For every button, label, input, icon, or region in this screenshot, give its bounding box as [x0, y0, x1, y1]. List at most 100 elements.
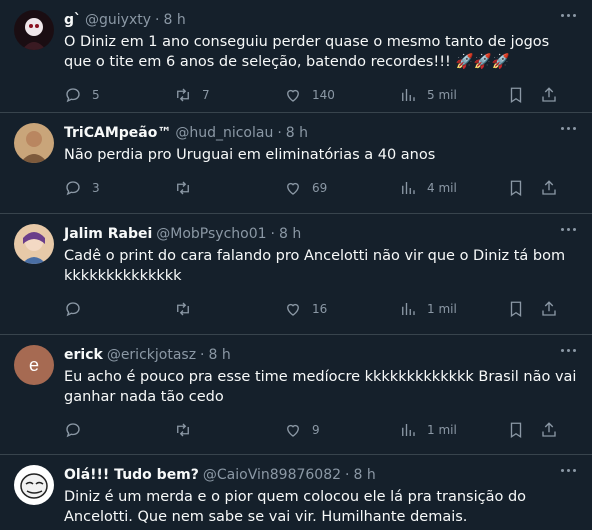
timestamp[interactable]: 8 h	[353, 467, 375, 483]
like-button[interactable]: 9	[284, 421, 399, 439]
tweet[interactable]: Olá!!! Tudo bem? @CaioVin89876082 · 8 h …	[0, 455, 592, 530]
tweet-header: TriCAMpeão™ @hud_nicolau · 8 h	[64, 123, 578, 143]
display-name[interactable]: Olá!!! Tudo bem?	[64, 467, 199, 483]
action-bar: 3 69 4 mil	[64, 171, 578, 205]
separator-dot: ·	[270, 226, 275, 242]
retweet-button[interactable]	[174, 300, 284, 318]
share-icon	[542, 301, 556, 316]
user-handle[interactable]: @MobPsycho01	[156, 226, 266, 242]
view-count: 1 mil	[427, 302, 457, 316]
avatar-letter: e	[29, 355, 39, 375]
tweet-header: g` @guiyxty · 8 h	[64, 10, 578, 30]
bookmark-icon	[510, 301, 522, 318]
analytics-icon	[402, 182, 415, 194]
timestamp[interactable]: 8 h	[279, 226, 301, 242]
reply-button[interactable]: 5	[64, 86, 174, 104]
bookmark-icon	[510, 87, 522, 104]
action-bar: 5 7 140 5 mil	[64, 78, 578, 112]
views-button[interactable]: 1 mil	[399, 300, 507, 318]
display-name[interactable]: TriCAMpeão™	[64, 125, 171, 141]
tweet[interactable]: TriCAMpeão™ @hud_nicolau · 8 h Não perdi…	[0, 113, 592, 214]
heart-icon	[287, 89, 299, 102]
tweet-text: Não perdia pro Uruguai em eliminatórias …	[64, 147, 436, 163]
view-count: 4 mil	[427, 181, 457, 195]
more-options-icon[interactable]	[559, 347, 578, 354]
user-handle[interactable]: @CaioVin89876082	[203, 467, 341, 483]
user-handle[interactable]: @hud_nicolau	[175, 125, 273, 141]
share-button[interactable]	[540, 86, 560, 104]
views-button[interactable]: 5 mil	[399, 86, 507, 104]
bookmark-button[interactable]	[507, 421, 540, 439]
bookmark-button[interactable]	[507, 86, 540, 104]
avatar[interactable]	[14, 10, 54, 50]
display-name[interactable]: Jalim Rabei	[64, 226, 152, 242]
avatar[interactable]	[14, 123, 54, 163]
timestamp[interactable]: 8 h	[209, 347, 231, 363]
separator-dot: ·	[155, 12, 160, 28]
avatar[interactable]: e	[14, 345, 54, 385]
retweet-count: 7	[202, 88, 210, 102]
more-options-icon[interactable]	[559, 226, 578, 233]
share-button[interactable]	[540, 179, 560, 197]
reply-count: 3	[92, 181, 100, 195]
share-icon	[542, 422, 556, 437]
retweet-button[interactable]	[174, 421, 284, 439]
reply-icon	[66, 302, 80, 317]
tweet-text: O Diniz em 1 ano conseguiu perder quase …	[64, 34, 550, 70]
tweet[interactable]: Jalim Rabei @MobPsycho01 · 8 h Cadê o pr…	[0, 214, 592, 335]
analytics-icon	[402, 303, 415, 315]
share-icon	[542, 180, 556, 195]
share-button[interactable]	[540, 300, 560, 318]
retweet-button[interactable]	[174, 179, 284, 197]
reply-feed: g` @guiyxty · 8 h O Diniz em 1 ano conse…	[0, 0, 592, 530]
more-options-icon[interactable]	[559, 125, 578, 132]
like-button[interactable]: 69	[284, 179, 399, 197]
tweet-text: Cadê o print do cara falando pro Ancelot…	[64, 248, 566, 284]
bookmark-button[interactable]	[507, 179, 540, 197]
like-button[interactable]: 16	[284, 300, 399, 318]
tweet-text: Eu acho é pouco pra esse time medíocre k…	[64, 369, 577, 405]
bookmark-button[interactable]	[507, 300, 540, 318]
tweet[interactable]: g` @guiyxty · 8 h O Diniz em 1 ano conse…	[0, 0, 592, 113]
user-handle[interactable]: @erickjotasz	[107, 347, 196, 363]
like-count: 140	[312, 88, 335, 102]
reply-count: 5	[92, 88, 100, 102]
tweet-header: Jalim Rabei @MobPsycho01 · 8 h	[64, 224, 578, 244]
like-count: 16	[312, 302, 328, 316]
reply-button[interactable]: 3	[64, 179, 174, 197]
share-icon	[542, 87, 556, 102]
bookmark-icon	[510, 422, 522, 439]
timestamp[interactable]: 8 h	[286, 125, 308, 141]
like-count: 69	[312, 181, 328, 195]
analytics-icon	[402, 89, 415, 101]
reply-icon	[66, 88, 80, 103]
retweet-icon	[177, 423, 189, 437]
timestamp[interactable]: 8 h	[163, 12, 185, 28]
reply-button[interactable]	[64, 300, 174, 318]
avatar[interactable]	[14, 465, 54, 505]
reply-icon	[66, 181, 80, 196]
heart-icon	[287, 182, 299, 195]
action-bar: 9 1 mil	[64, 413, 578, 447]
avatar[interactable]	[14, 224, 54, 264]
like-button[interactable]: 140	[284, 86, 399, 104]
more-options-icon[interactable]	[559, 12, 578, 19]
share-button[interactable]	[540, 421, 560, 439]
tweet[interactable]: e erick @erickjotasz · 8 h Eu acho é pou…	[0, 335, 592, 455]
action-bar: 16 1 mil	[64, 292, 578, 326]
display-name[interactable]: erick	[64, 347, 103, 363]
view-count: 1 mil	[427, 423, 457, 437]
views-button[interactable]: 1 mil	[399, 421, 507, 439]
reply-button[interactable]	[64, 421, 174, 439]
heart-icon	[287, 303, 299, 316]
user-handle[interactable]: @guiyxty	[85, 12, 151, 28]
retweet-button[interactable]: 7	[174, 86, 284, 104]
reply-icon	[66, 423, 80, 438]
more-options-icon[interactable]	[559, 467, 578, 474]
views-button[interactable]: 4 mil	[399, 179, 507, 197]
heart-icon	[287, 424, 299, 437]
tweet-header: erick @erickjotasz · 8 h	[64, 345, 578, 365]
bookmark-icon	[510, 180, 522, 197]
retweet-icon	[177, 302, 189, 316]
display-name[interactable]: g`	[64, 12, 81, 28]
